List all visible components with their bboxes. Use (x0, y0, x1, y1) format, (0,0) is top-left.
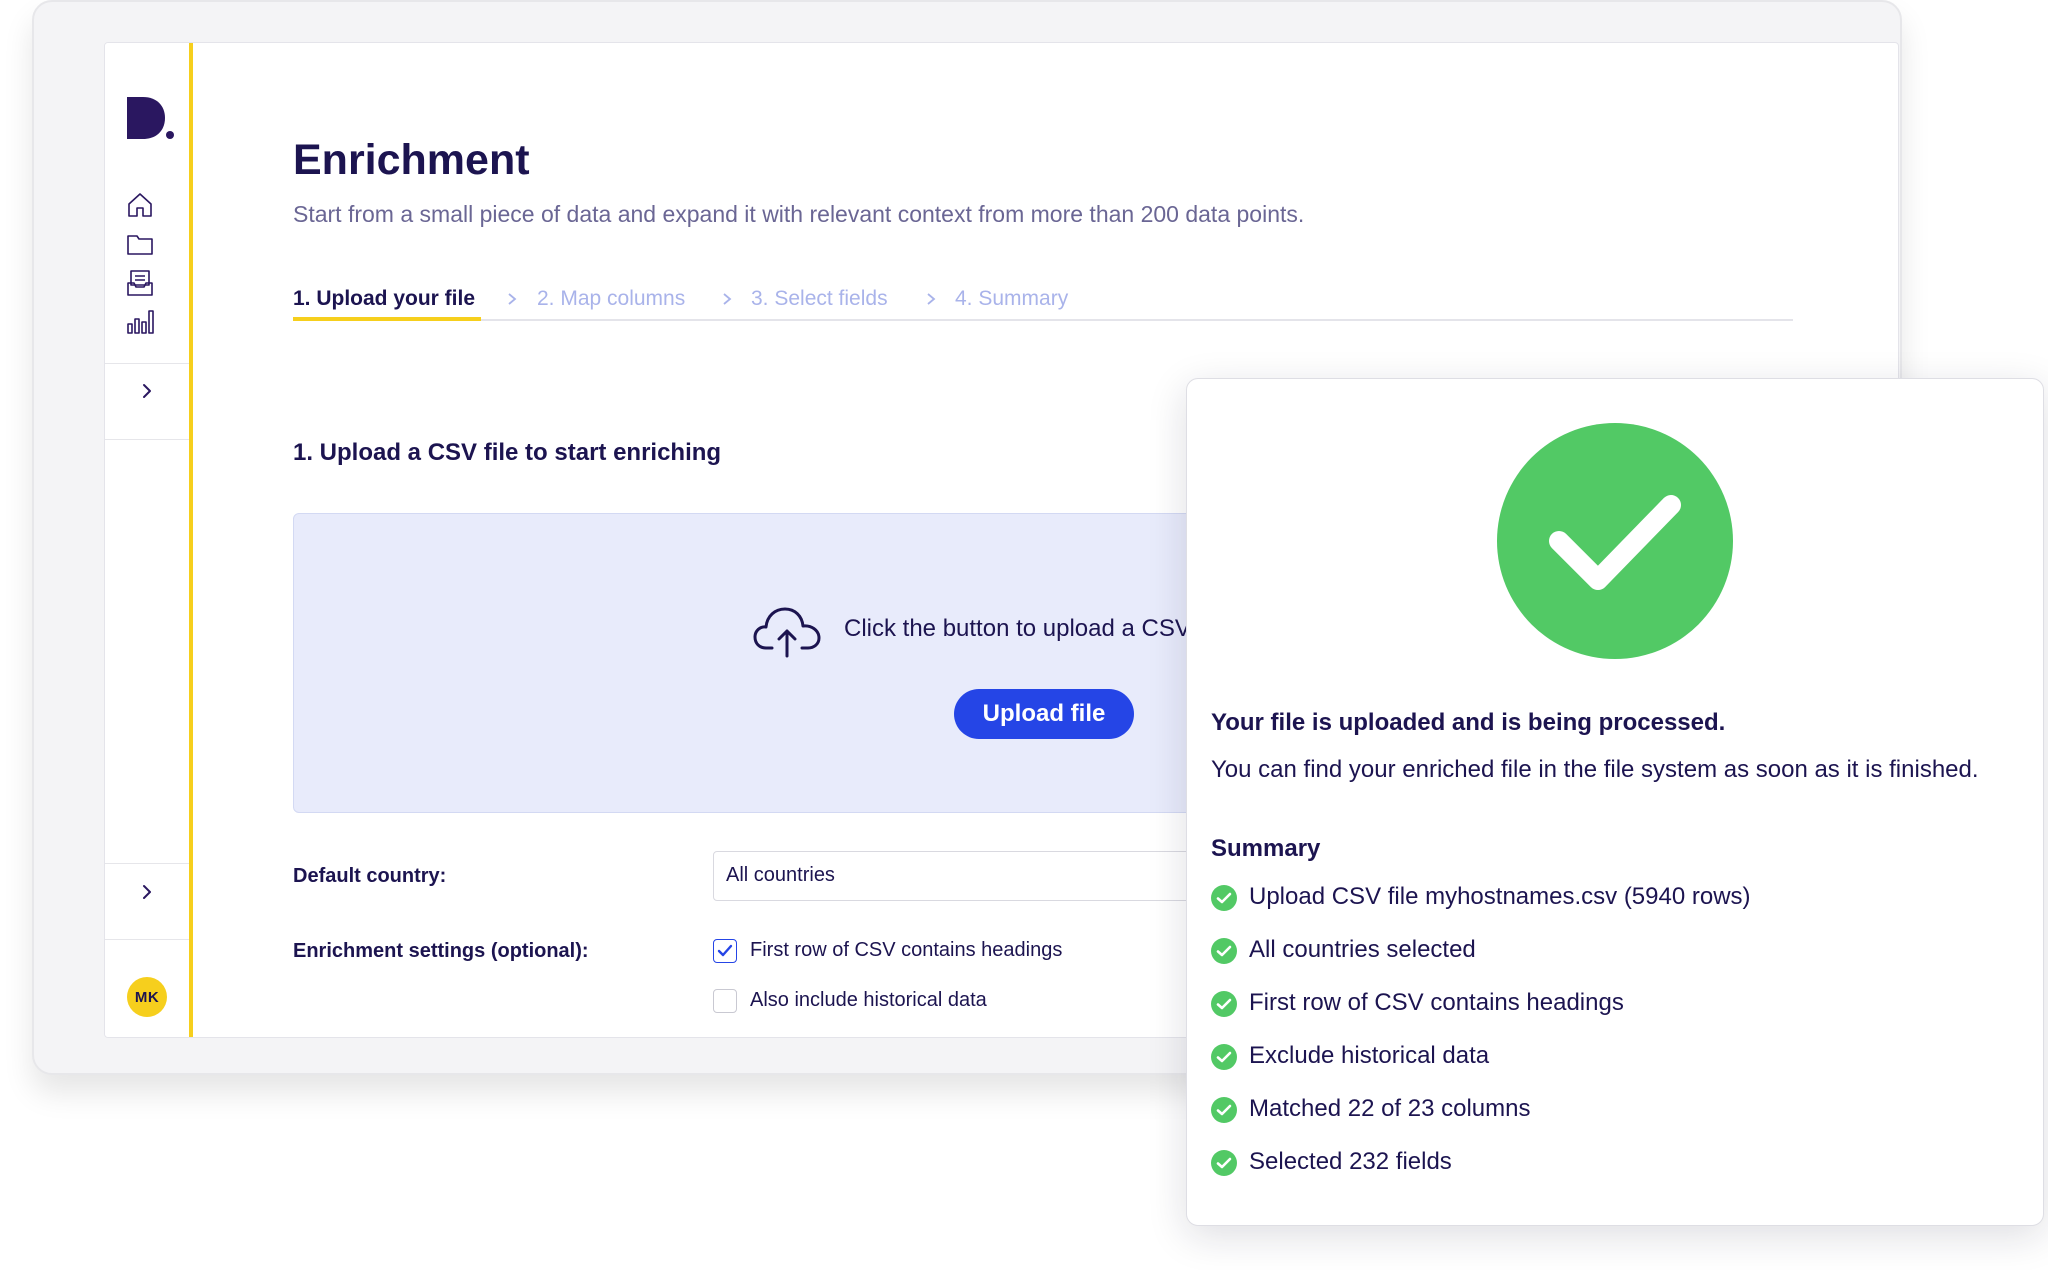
country-label: Default country: (293, 865, 447, 887)
upload-prompt: Click the button to upload a CSV (844, 615, 1191, 642)
chevron-right-icon (508, 293, 517, 305)
upload-success-dialog: Your file is uploaded and is being proce… (1186, 378, 2044, 1226)
section-title: 1. Upload a CSV file to start enriching (293, 439, 722, 466)
step-summary[interactable]: 4. Summary (955, 287, 1068, 311)
home-icon[interactable] (125, 190, 155, 220)
historical-data-checkbox[interactable] (713, 989, 737, 1013)
modal-message: You can find your enriched file in the f… (1211, 756, 1979, 783)
success-check-icon (1497, 423, 1733, 659)
folder-icon[interactable] (125, 229, 155, 259)
inbox-icon[interactable] (125, 268, 155, 298)
sidebar-divider (105, 439, 189, 440)
summary-title: Summary (1211, 835, 1321, 862)
check-circle-icon (1211, 991, 1237, 1017)
expand-chevron-icon[interactable] (137, 381, 157, 401)
check-circle-icon (1211, 1097, 1237, 1123)
sidebar: MK (105, 43, 193, 1037)
upload-file-button[interactable]: Upload file (954, 689, 1134, 739)
summary-item-text: Selected 232 fields (1249, 1148, 1452, 1175)
headings-checkbox-label: First row of CSV contains headings (750, 939, 1063, 961)
headings-checkbox[interactable] (713, 939, 737, 963)
chevron-right-icon (723, 293, 732, 305)
summary-item-text: Matched 22 of 23 columns (1249, 1095, 1531, 1122)
brand-logo[interactable] (123, 93, 175, 143)
modal-headline: Your file is uploaded and is being proce… (1211, 709, 1726, 736)
step-map-columns[interactable]: 2. Map columns (537, 287, 685, 311)
summary-item-text: All countries selected (1249, 936, 1476, 963)
check-circle-icon (1211, 1044, 1237, 1070)
check-circle-icon (1211, 1150, 1237, 1176)
step-select-fields[interactable]: 3. Select fields (751, 287, 888, 311)
chevron-right-icon (927, 293, 936, 305)
check-circle-icon (1211, 885, 1237, 911)
stepper: 1. Upload your file 2. Map columns 3. Se… (293, 275, 1793, 321)
enrichment-settings-label: Enrichment settings (optional): (293, 940, 589, 962)
expand-chevron-icon[interactable] (137, 882, 157, 902)
historical-data-checkbox-label: Also include historical data (750, 989, 987, 1011)
active-step-indicator (293, 317, 481, 321)
sidebar-divider (105, 863, 189, 864)
summary-item-text: First row of CSV contains headings (1249, 989, 1624, 1016)
check-circle-icon (1211, 938, 1237, 964)
summary-item-text: Exclude historical data (1249, 1042, 1490, 1069)
cloud-upload-icon (753, 607, 821, 658)
sidebar-divider (105, 939, 189, 940)
checkmark-icon (717, 944, 733, 957)
step-upload-file[interactable]: 1. Upload your file (293, 287, 475, 311)
page-subtitle: Start from a small piece of data and exp… (293, 201, 1305, 227)
bar-chart-icon[interactable] (125, 307, 155, 337)
sidebar-divider (105, 363, 189, 364)
summary-item-text: Upload CSV file myhostnames.csv (5940 ro… (1249, 883, 1751, 910)
page-title: Enrichment (293, 136, 530, 184)
user-avatar[interactable]: MK (127, 977, 167, 1017)
